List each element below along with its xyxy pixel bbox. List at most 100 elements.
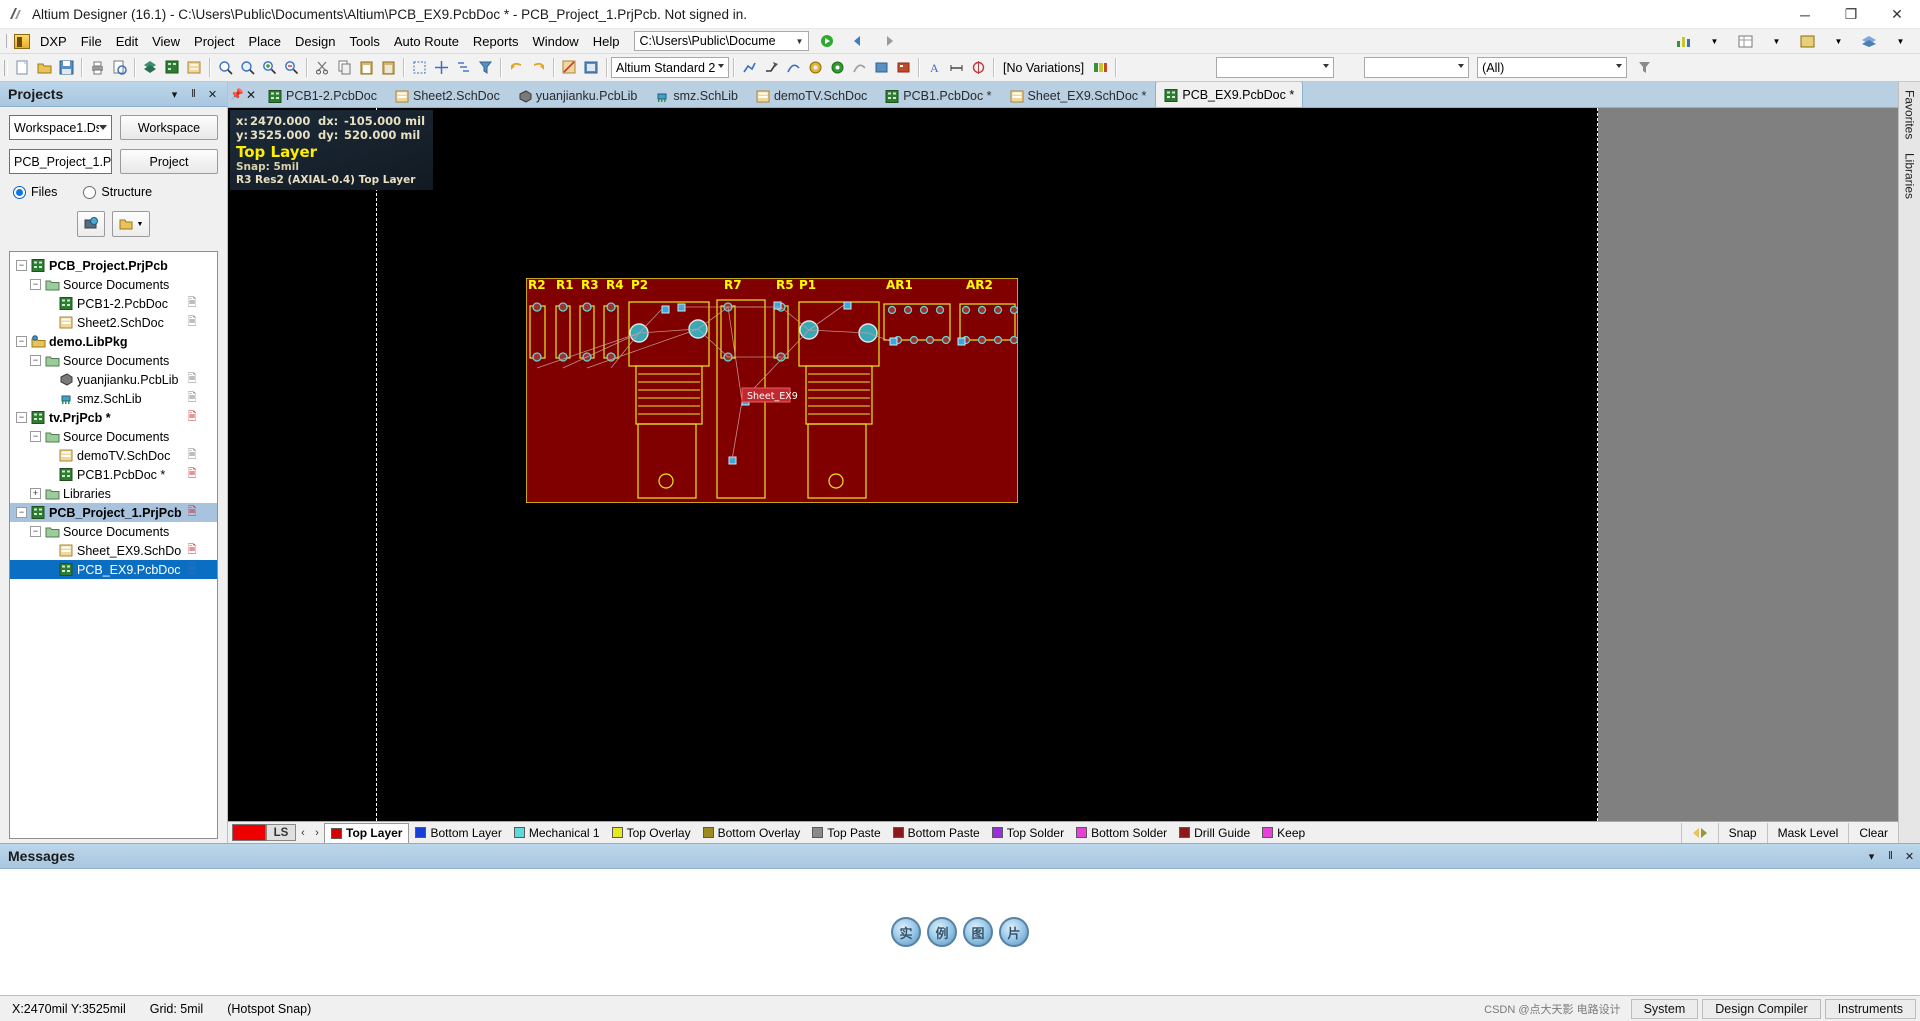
tree-item-source-documents[interactable]: − Source Documents	[10, 427, 217, 446]
pin-icon[interactable]: ‖	[1884, 850, 1897, 862]
tree-item-libraries[interactable]: + Libraries	[10, 484, 217, 503]
zoom-area-icon[interactable]	[236, 57, 258, 79]
menu-edit[interactable]: Edit	[109, 31, 145, 52]
layer-tab-top-solder[interactable]: Top Solder	[986, 823, 1070, 843]
menu-auto-route[interactable]: Auto Route	[387, 31, 466, 52]
tree-item-pcb-project-prjpcb[interactable]: − PCB_Project.PrjPcb	[10, 256, 217, 275]
layer-tab-bottom-paste[interactable]: Bottom Paste	[887, 823, 986, 843]
print-preview-icon[interactable]	[108, 57, 130, 79]
tree-item-source-documents[interactable]: − Source Documents	[10, 522, 217, 541]
mask-icon[interactable]	[1680, 822, 1718, 843]
workspace-button[interactable]: Workspace	[120, 115, 218, 140]
system-button[interactable]: System	[1630, 998, 1699, 1019]
variations-label[interactable]: [No Variations]	[998, 57, 1089, 78]
design-compiler-button[interactable]: Design Compiler	[1702, 998, 1821, 1019]
tree-item-demotv-schdoc[interactable]: demoTV.SchDoc 🗎	[10, 446, 217, 465]
chart-icon[interactable]	[1670, 31, 1697, 52]
layer-tab-keep[interactable]: Keep	[1256, 823, 1311, 843]
document-tab-pcb1-2-pcbdoc[interactable]: PCB1-2.PcbDoc	[259, 83, 386, 107]
dimension-icon[interactable]	[945, 57, 967, 79]
layers-icon[interactable]	[1856, 31, 1883, 52]
tree-item-smz-schlib[interactable]: smz.SchLib 🗎	[10, 389, 217, 408]
menu-window[interactable]: Window	[525, 31, 585, 52]
sch-doc-icon[interactable]	[183, 57, 205, 79]
menu-help[interactable]: Help	[586, 31, 627, 52]
active-layer-color-swatch[interactable]	[232, 824, 266, 841]
snapshot-icon[interactable]	[580, 57, 602, 79]
layer-tab-mechanical-1[interactable]: Mechanical 1	[508, 823, 606, 843]
layer-prev-button[interactable]: ‹	[296, 827, 310, 839]
filter-combo-1[interactable]	[1216, 57, 1335, 78]
place-via-icon[interactable]	[826, 57, 848, 79]
chevron-down-icon[interactable]: ▼	[1887, 31, 1914, 52]
compile-icon[interactable]	[77, 211, 105, 237]
tree-expander-minus-icon[interactable]: −	[30, 431, 41, 442]
close-icon[interactable]: ✕	[206, 88, 219, 101]
close-icon[interactable]: ✕	[243, 88, 259, 107]
layer-tab-drill-guide[interactable]: Drill Guide	[1173, 823, 1256, 843]
deselect-icon[interactable]	[452, 57, 474, 79]
chevron-down-icon[interactable]: ▼	[1763, 31, 1790, 52]
pcb-canvas[interactable]: x: 2470.000 dx: -105.000 mil y: 3525.000…	[228, 108, 1898, 821]
chevron-down-icon[interactable]: ▼	[1825, 31, 1852, 52]
clear-filter-icon[interactable]	[474, 57, 496, 79]
zoom-in-icon[interactable]	[258, 57, 280, 79]
pcb-board-drawing[interactable]: R2 R1 R3 R4 P2 R7 R5 P1 AR1 AR2 Sheet_EX…	[525, 277, 1019, 504]
open-project-icon[interactable]: ▼	[112, 211, 150, 237]
place-line-icon[interactable]	[738, 57, 760, 79]
origin-icon[interactable]	[967, 57, 989, 79]
layer-tab-bottom-solder[interactable]: Bottom Solder	[1070, 823, 1173, 843]
menu-project[interactable]: Project	[187, 31, 241, 52]
project-combo[interactable]: PCB_Project_1.PrjPcb	[9, 149, 112, 174]
tree-item-pcb-project-1-prjpcb[interactable]: − PCB_Project_1.PrjPcb 🗎	[10, 503, 217, 522]
layer-tab-bottom-overlay[interactable]: Bottom Overlay	[697, 823, 807, 843]
document-tab-sheet2-schdoc[interactable]: Sheet2.SchDoc	[386, 83, 509, 107]
pin-icon[interactable]: 📌	[230, 88, 244, 107]
place-region-icon[interactable]	[870, 57, 892, 79]
menu-place[interactable]: Place	[242, 31, 289, 52]
zoom-out-icon[interactable]	[280, 57, 302, 79]
zoom-fit-icon[interactable]	[214, 57, 236, 79]
tree-item-pcb1-2-pcbdoc[interactable]: PCB1-2.PcbDoc 🗎	[10, 294, 217, 313]
open-folder-icon[interactable]	[33, 57, 55, 79]
dock-tab-libraries[interactable]: Libraries	[1903, 153, 1917, 199]
cut-icon[interactable]	[311, 57, 333, 79]
save-icon[interactable]	[55, 57, 77, 79]
board-3d-icon[interactable]	[139, 57, 161, 79]
close-icon[interactable]: ✕	[1903, 850, 1916, 863]
radio-structure[interactable]: Structure	[83, 185, 152, 199]
grid-icon[interactable]	[1732, 31, 1759, 52]
menu-tools[interactable]: Tools	[343, 31, 387, 52]
tree-item-source-documents[interactable]: − Source Documents	[10, 275, 217, 294]
place-track-icon[interactable]	[760, 57, 782, 79]
tree-expander-minus-icon[interactable]: −	[30, 526, 41, 537]
tree-expander-minus-icon[interactable]: −	[30, 355, 41, 366]
layer-tab-top-paste[interactable]: Top Paste	[806, 823, 886, 843]
back-button[interactable]	[844, 31, 871, 52]
dock-tab-favorites[interactable]: Favorites	[1903, 90, 1917, 139]
paste-icon[interactable]	[355, 57, 377, 79]
document-tab-demotv-schdoc[interactable]: demoTV.SchDoc	[747, 83, 876, 107]
clear-button[interactable]: Clear	[1848, 822, 1898, 843]
tree-expander-plus-icon[interactable]: +	[30, 488, 41, 499]
copy-icon[interactable]	[333, 57, 355, 79]
forward-button[interactable]	[875, 31, 902, 52]
document-tab-pcb1-pcbdoc[interactable]: PCB1.PcbDoc *	[876, 83, 1000, 107]
document-tab-sheet-ex9-schdoc[interactable]: Sheet_EX9.SchDoc *	[1001, 83, 1156, 107]
pcb-doc-icon[interactable]	[161, 57, 183, 79]
pin-icon[interactable]: ‖	[187, 88, 200, 100]
panel-menu-icon[interactable]: ▾	[1865, 850, 1878, 863]
menu-grip[interactable]	[3, 32, 12, 50]
cross-probe-icon[interactable]	[558, 57, 580, 79]
menu-view[interactable]: View	[145, 31, 187, 52]
tree-item-pcb-ex9-pcbdoc[interactable]: PCB_EX9.PcbDoc 🗎	[10, 560, 217, 579]
tree-expander-minus-icon[interactable]: −	[16, 260, 27, 271]
menu-dxp[interactable]: DXP	[33, 31, 74, 52]
toolbar-grip[interactable]	[2, 58, 10, 78]
messages-list[interactable]: 实例图片	[0, 869, 1920, 995]
tree-expander-minus-icon[interactable]: −	[30, 279, 41, 290]
place-arc-icon[interactable]	[782, 57, 804, 79]
filter-combo-2[interactable]	[1364, 57, 1470, 78]
layer-tab-bottom-layer[interactable]: Bottom Layer	[409, 823, 507, 843]
document-tab-smz-schlib[interactable]: smz.SchLib	[646, 83, 747, 107]
